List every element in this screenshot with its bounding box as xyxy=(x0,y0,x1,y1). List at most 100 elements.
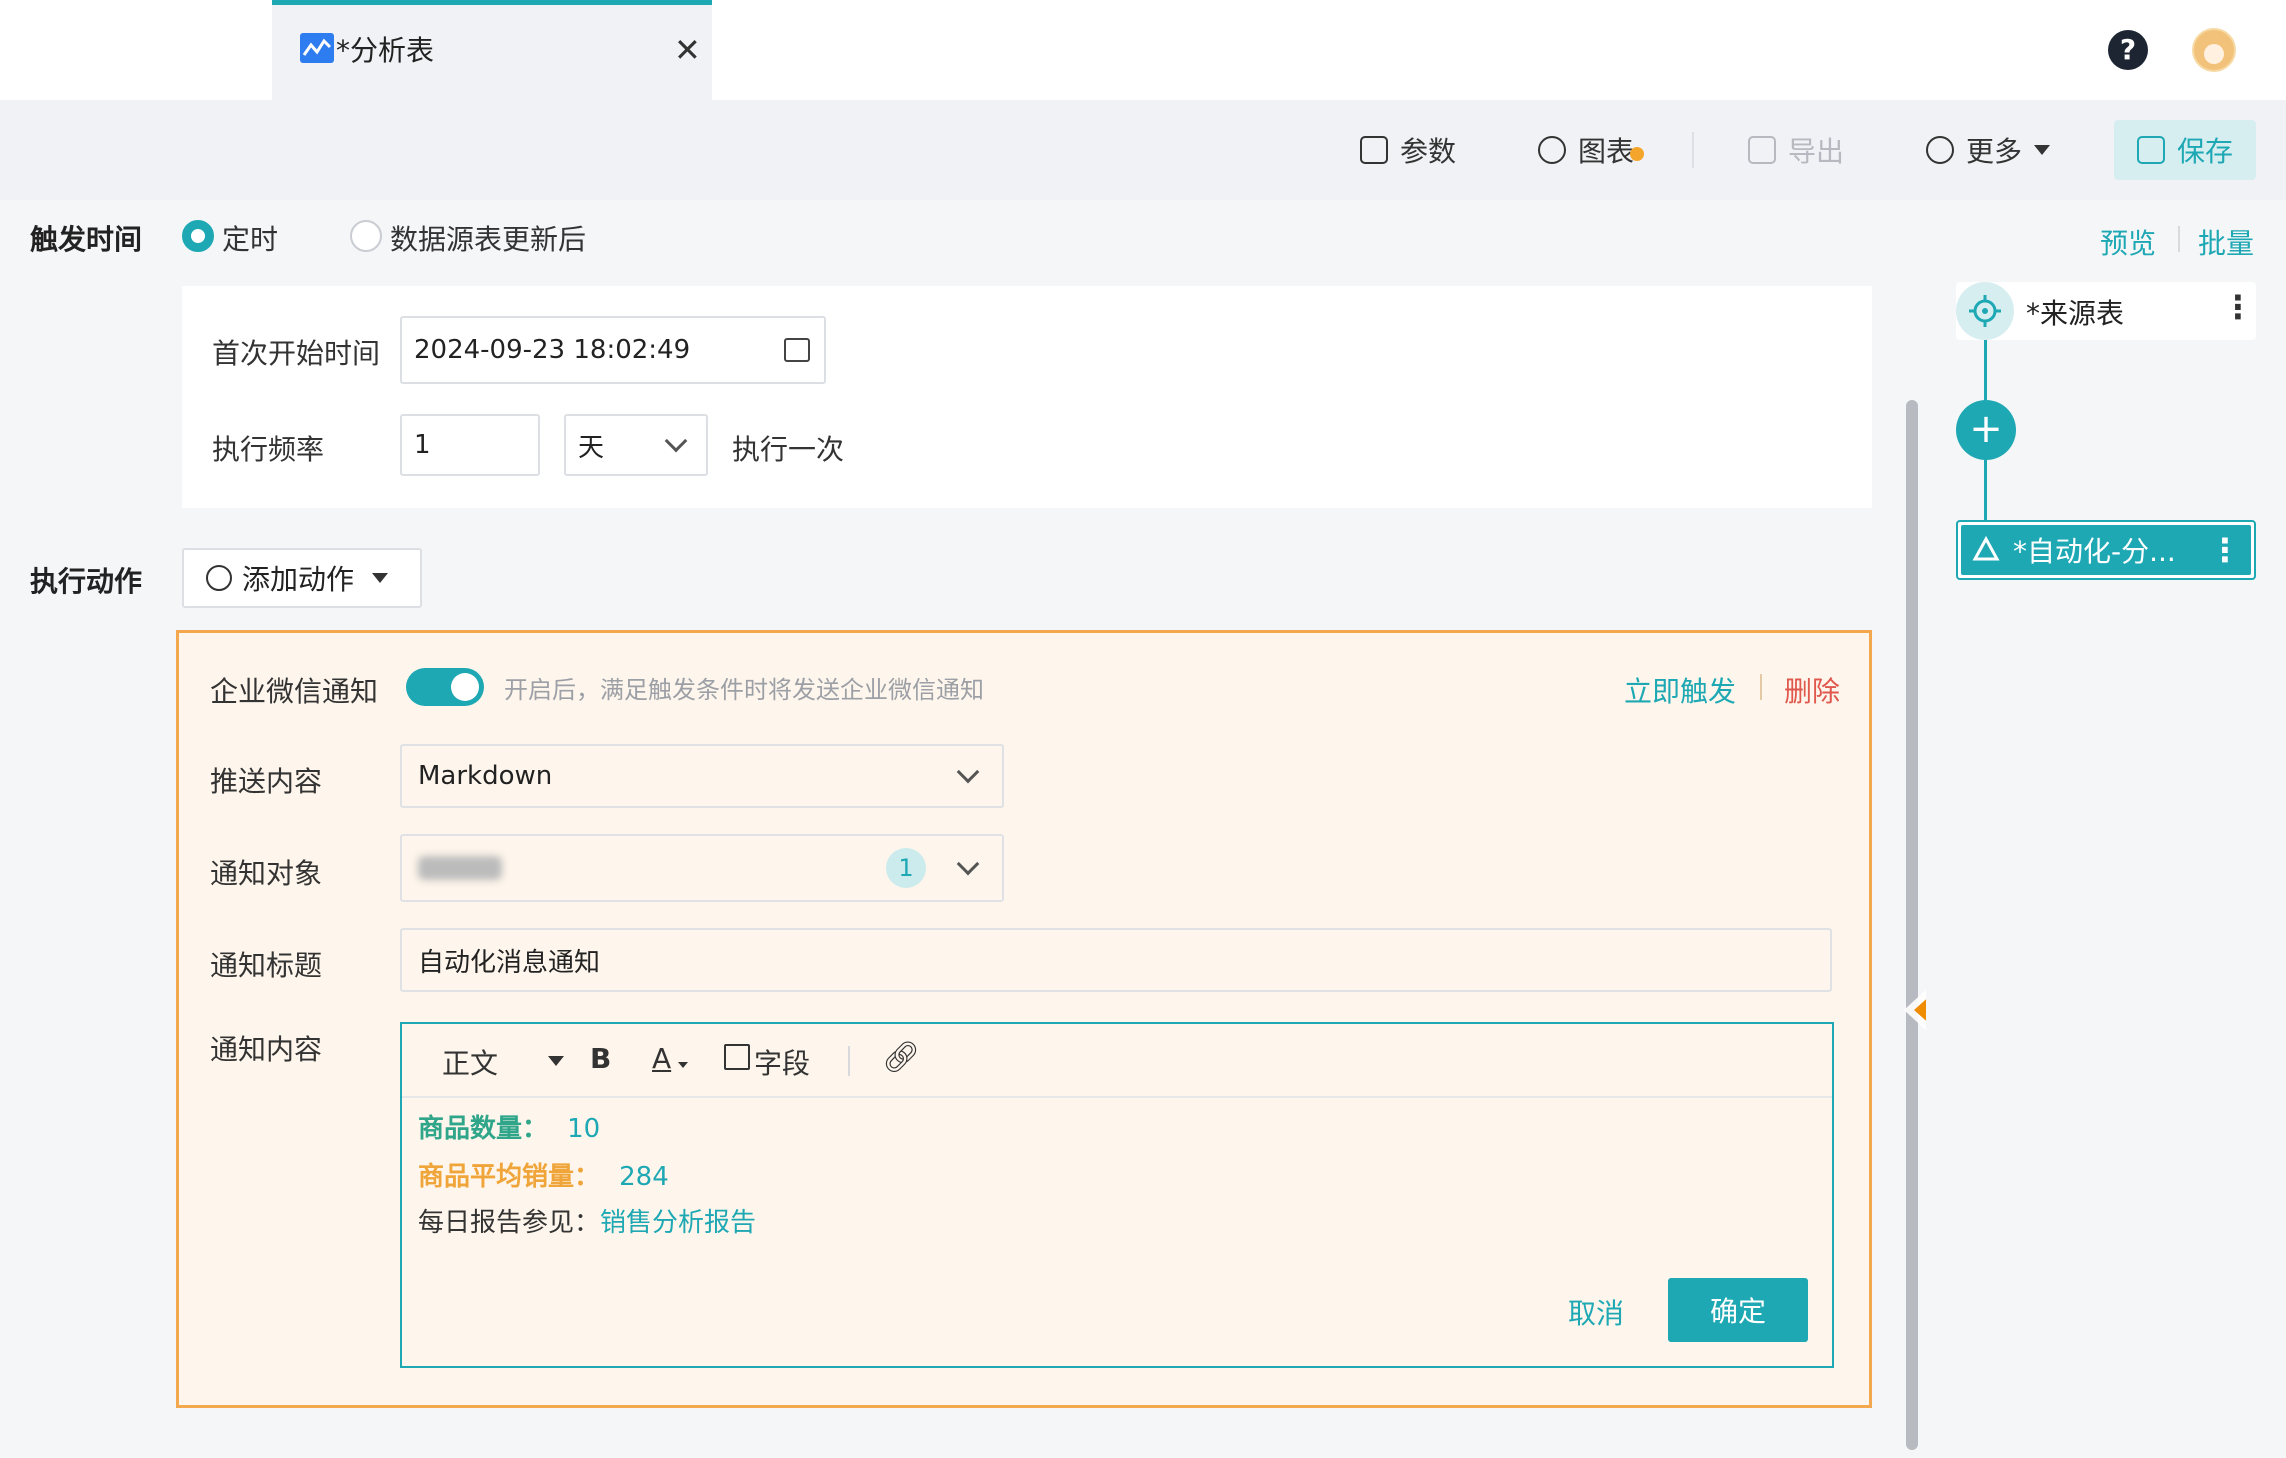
delete-link[interactable]: 删除 xyxy=(1784,670,1840,710)
params-label: 参数 xyxy=(1400,135,1457,168)
link-divider xyxy=(1760,674,1762,700)
content-line-3: 每日报告参见：销售分析报告 xyxy=(418,1202,756,1239)
calendar-icon[interactable] xyxy=(784,338,810,362)
caret-down-icon[interactable] xyxy=(548,1056,564,1066)
save-icon xyxy=(2136,136,2165,164)
more-vertical-icon[interactable]: ⋮ xyxy=(2222,288,2254,326)
field-button[interactable]: 字段 xyxy=(754,1042,810,1082)
link-icon[interactable]: 🔗︎ xyxy=(882,1040,920,1075)
params-button[interactable]: 参数 xyxy=(1360,130,1456,170)
chevron-down-icon xyxy=(956,852,980,876)
tab-bar: *分析表 ✕ ? xyxy=(0,0,2286,100)
first-start-value: 2024-09-23 18:02:49 xyxy=(414,335,691,365)
content-line-2: 商品平均销量： 284 xyxy=(418,1156,669,1193)
automation-node[interactable]: *自动化-分... ⋮ xyxy=(1956,520,2256,580)
link-divider xyxy=(2178,226,2180,252)
font-color-button[interactable]: A xyxy=(652,1042,671,1075)
frequency-unit-select[interactable]: 天 xyxy=(564,414,708,476)
scrollbar[interactable] xyxy=(1906,400,1918,1450)
avatar[interactable] xyxy=(2192,28,2236,72)
export-icon xyxy=(1748,136,1776,164)
schedule-panel: 首次开始时间 2024-09-23 18:02:49 执行频率 1 天 执行一次 xyxy=(182,286,1872,508)
content-line-1: 商品数量： 10 xyxy=(418,1108,600,1145)
push-content-select[interactable]: Markdown xyxy=(400,744,1004,808)
frequency-value: 1 xyxy=(414,430,431,460)
tab-analysis[interactable]: *分析表 ✕ xyxy=(272,0,712,100)
radio-scheduled[interactable] xyxy=(182,220,214,252)
notification-dot xyxy=(1630,147,1645,161)
toolbar: 参数 图表 导出 更多 xyxy=(0,100,2286,200)
chart-button[interactable]: 图表 xyxy=(1538,130,1645,170)
radio-scheduled-label[interactable]: 定时 xyxy=(222,218,278,258)
report-prefix: 每日报告参见： xyxy=(418,1208,601,1238)
confirm-button[interactable]: 确定 xyxy=(1668,1278,1808,1342)
target-count-badge: 1 xyxy=(886,848,926,888)
title-label: 通知标题 xyxy=(210,949,323,982)
field-icon[interactable] xyxy=(724,1044,750,1070)
preview-link[interactable]: 预览 xyxy=(2100,222,2156,262)
export-button[interactable]: 导出 xyxy=(1748,130,1844,170)
frequency-label: 执行频率 xyxy=(212,433,325,466)
target-label: 通知对象 xyxy=(210,857,323,890)
target-icon xyxy=(1956,282,2014,340)
chevron-down-icon xyxy=(664,429,688,453)
push-content-value: Markdown xyxy=(418,761,553,791)
radio-source-update-label[interactable]: 数据源表更新后 xyxy=(390,218,586,258)
radio-source-update[interactable] xyxy=(350,220,382,252)
more-icon xyxy=(1926,136,1954,164)
line-2-key: 商品平均销量： xyxy=(418,1162,601,1192)
more-button[interactable]: 更多 xyxy=(1926,130,2051,170)
add-circle-icon xyxy=(206,565,232,591)
push-content-label: 推送内容 xyxy=(210,765,323,798)
toolbar-divider xyxy=(1692,132,1694,168)
first-start-label: 首次开始时间 xyxy=(212,337,381,370)
blurred-recipient xyxy=(418,856,502,880)
frequency-input[interactable]: 1 xyxy=(400,414,540,476)
more-vertical-icon[interactable]: ⋮ xyxy=(2209,531,2241,569)
trigger-label: 触发时间 xyxy=(30,223,143,256)
source-node-label: *来源表 xyxy=(2026,297,2125,330)
close-icon[interactable]: ✕ xyxy=(674,31,701,69)
add-action-button[interactable]: 添加动作 xyxy=(182,548,422,608)
report-link[interactable]: 销售分析报告 xyxy=(600,1208,756,1238)
frequency-unit-value: 天 xyxy=(578,432,605,463)
caret-down-icon[interactable] xyxy=(678,1062,688,1068)
cancel-button[interactable]: 取消 xyxy=(1568,1292,1624,1332)
toolbar-divider xyxy=(848,1046,850,1076)
save-button[interactable]: 保存 xyxy=(2114,120,2256,180)
line-1-key: 商品数量： xyxy=(418,1114,549,1144)
frequency-suffix: 执行一次 xyxy=(732,433,845,466)
source-node[interactable]: *来源表 ⋮ xyxy=(1956,282,2256,340)
style-select[interactable]: 正文 xyxy=(442,1042,498,1082)
automation-node-body: *自动化-分... ⋮ xyxy=(1961,525,2251,575)
caret-down-icon xyxy=(2034,145,2051,155)
line-2-value: 284 xyxy=(619,1162,669,1192)
export-label: 导出 xyxy=(1788,135,1845,168)
help-icon[interactable]: ? xyxy=(2108,30,2148,70)
trigger-now-link[interactable]: 立即触发 xyxy=(1624,670,1736,710)
content-editor[interactable]: 正文 B A 字段 🔗︎ 商品数量： 10 商品平均销量： 284 每日报告参见… xyxy=(400,1022,1834,1368)
wechat-title: 企业微信通知 xyxy=(210,675,379,708)
add-action-label: 添加动作 xyxy=(242,563,355,596)
line-chart-icon xyxy=(300,33,334,63)
chart-label: 图表 xyxy=(1578,135,1635,168)
add-node-button[interactable]: + xyxy=(1956,400,2016,460)
flow-panel xyxy=(1926,200,2286,1458)
line-1-value: 10 xyxy=(567,1114,601,1144)
save-label: 保存 xyxy=(2176,135,2233,168)
batch-link[interactable]: 批量 xyxy=(2198,222,2254,262)
editor-toolbar: 正文 B A 字段 🔗︎ xyxy=(402,1024,1832,1098)
add-circle-icon xyxy=(1538,136,1566,164)
title-input[interactable]: 自动化消息通知 xyxy=(400,928,1832,992)
target-select[interactable]: 1 xyxy=(400,834,1004,902)
wechat-toggle[interactable] xyxy=(406,668,484,706)
bold-button[interactable]: B xyxy=(590,1042,611,1075)
first-start-input[interactable]: 2024-09-23 18:02:49 xyxy=(400,316,826,384)
chevron-down-icon xyxy=(956,760,980,784)
automation-node-label: *自动化-分... xyxy=(2013,535,2176,568)
caret-down-icon xyxy=(372,573,389,583)
more-label: 更多 xyxy=(1966,135,2023,168)
params-icon xyxy=(1360,136,1388,164)
actions-label: 执行动作 xyxy=(30,565,143,598)
tab-title: *分析表 xyxy=(336,34,435,67)
